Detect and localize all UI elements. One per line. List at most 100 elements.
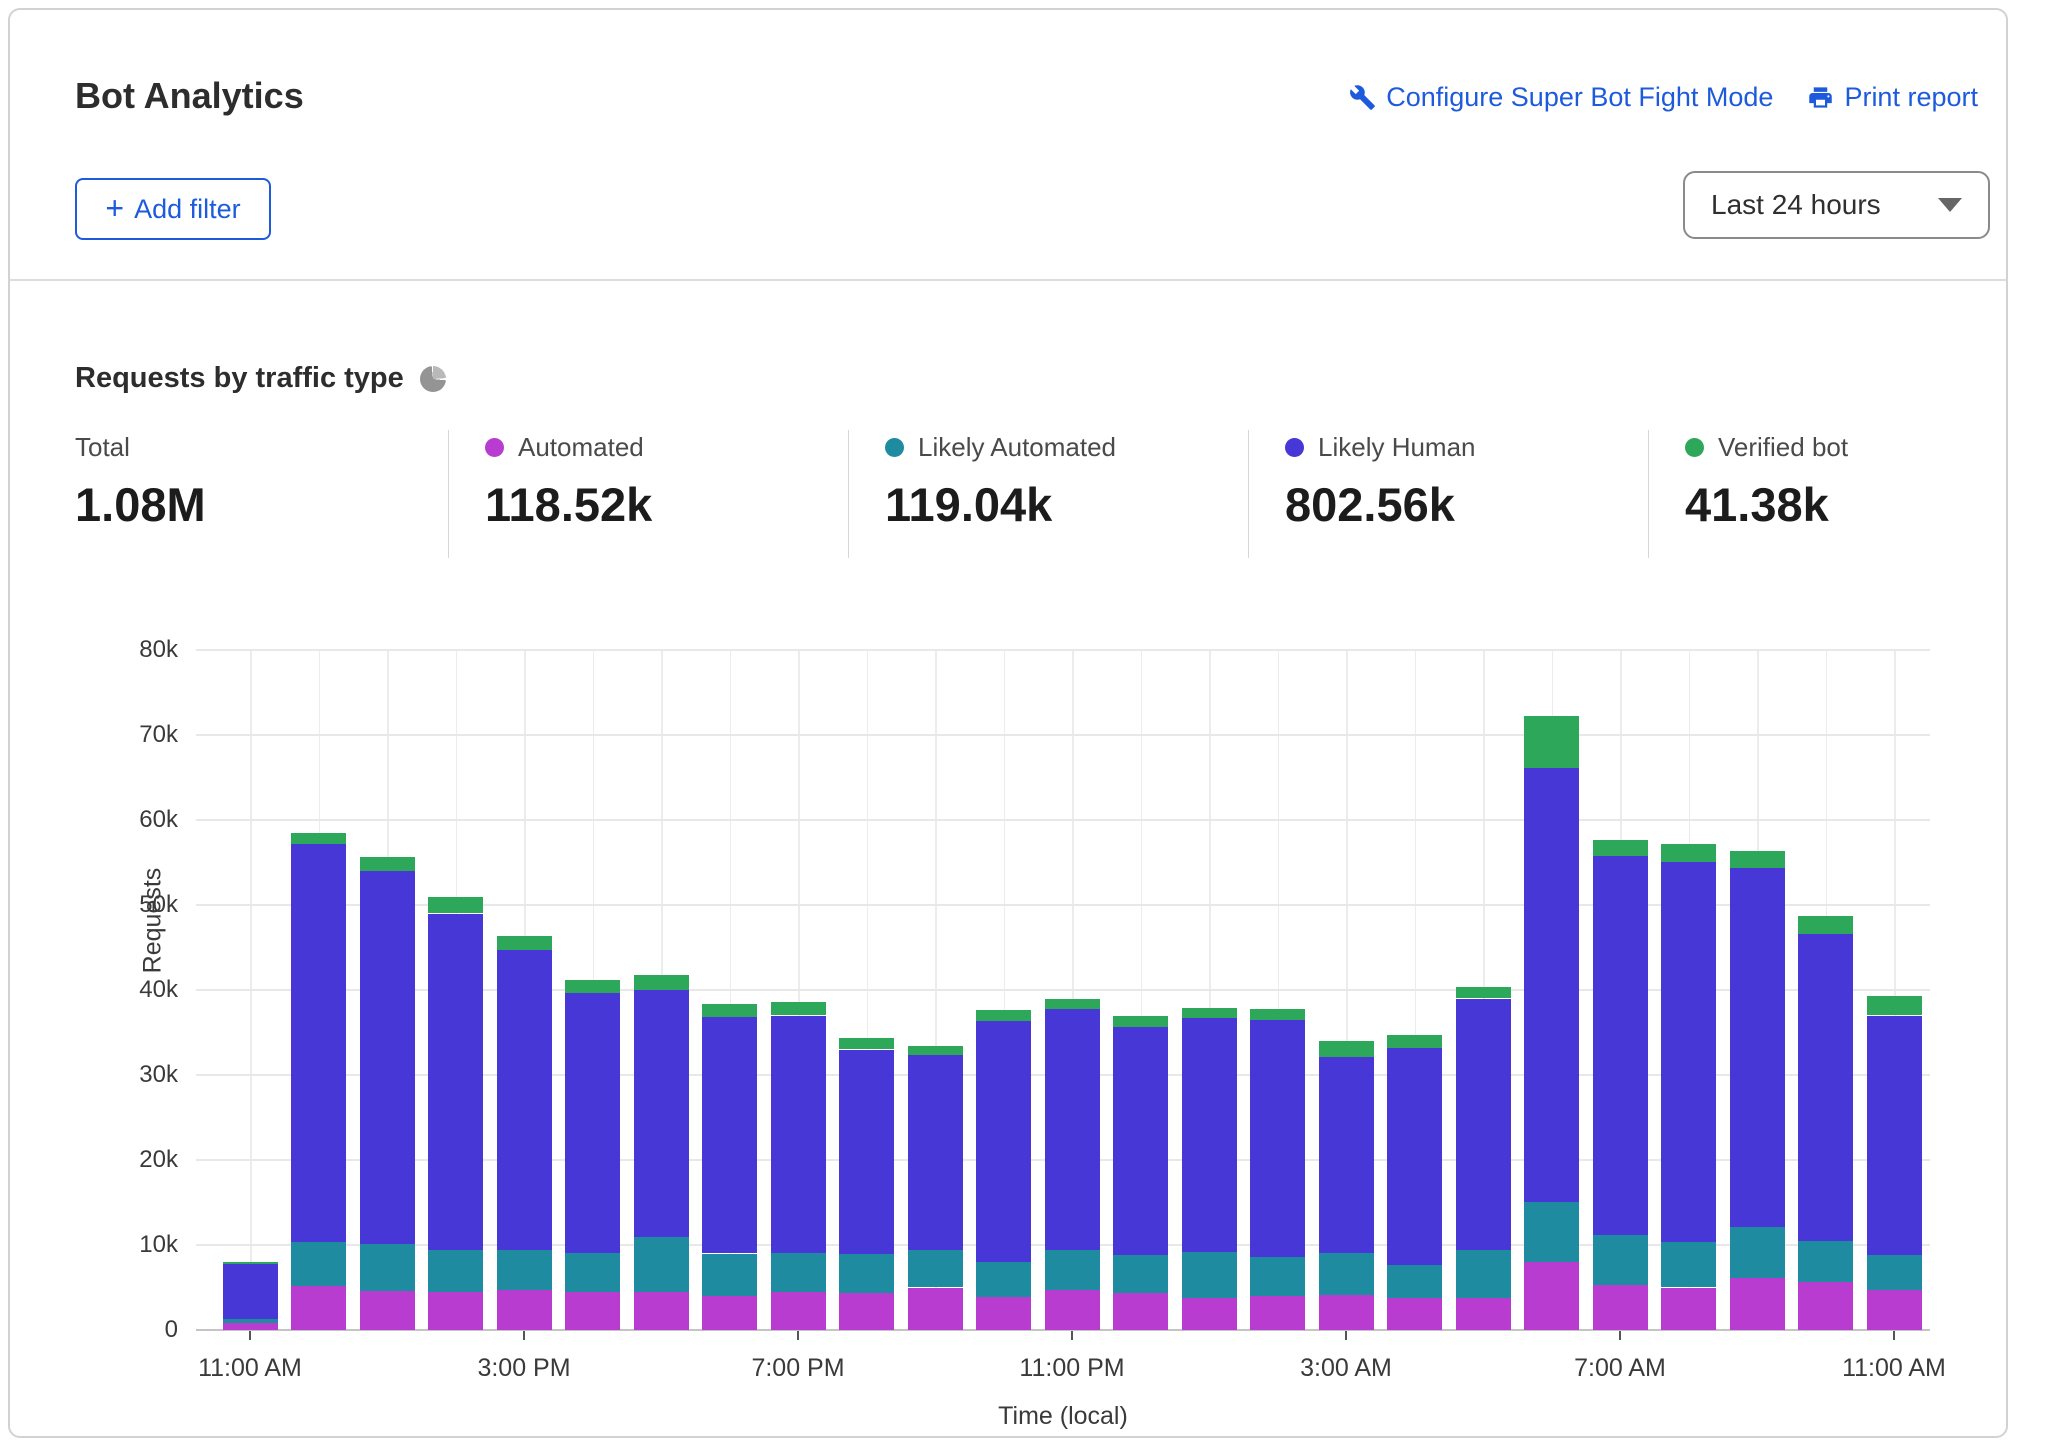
bar-segment-verified_bot[interactable] (1319, 1041, 1374, 1057)
bar-segment-automated[interactable] (634, 1292, 689, 1330)
bar-segment-likely_automated[interactable] (1593, 1235, 1648, 1285)
bar-segment-automated[interactable] (291, 1286, 346, 1330)
bar-segment-likely_human[interactable] (1387, 1048, 1442, 1266)
bar-segment-likely_human[interactable] (1045, 1009, 1100, 1250)
bar-segment-likely_automated[interactable] (908, 1250, 963, 1287)
bar-segment-likely_automated[interactable] (223, 1319, 278, 1323)
bar-segment-likely_human[interactable] (1250, 1020, 1305, 1257)
bar-segment-likely_human[interactable] (360, 871, 415, 1244)
bar-segment-likely_human[interactable] (1730, 868, 1785, 1228)
bar-segment-likely_human[interactable] (1867, 1016, 1922, 1256)
bar-segment-automated[interactable] (1798, 1282, 1853, 1330)
bar-segment-verified_bot[interactable] (360, 857, 415, 871)
bar-segment-likely_automated[interactable] (1113, 1255, 1168, 1293)
bar-segment-automated[interactable] (771, 1292, 826, 1330)
bar-segment-likely_human[interactable] (1593, 856, 1648, 1235)
bar-segment-automated[interactable] (497, 1290, 552, 1330)
bar-segment-automated[interactable] (1387, 1298, 1442, 1330)
bar-segment-automated[interactable] (360, 1291, 415, 1330)
bar-segment-likely_human[interactable] (976, 1021, 1031, 1262)
bar-segment-likely_human[interactable] (1798, 934, 1853, 1241)
bar-segment-automated[interactable] (223, 1323, 278, 1330)
bar-segment-automated[interactable] (976, 1297, 1031, 1330)
bar-segment-likely_human[interactable] (634, 990, 689, 1237)
bar-segment-likely_automated[interactable] (360, 1244, 415, 1291)
bar-segment-likely_human[interactable] (223, 1264, 278, 1319)
bar-segment-automated[interactable] (839, 1293, 894, 1330)
bar-segment-automated[interactable] (908, 1288, 963, 1331)
bar-segment-likely_automated[interactable] (1730, 1227, 1785, 1278)
bar-segment-likely_automated[interactable] (1798, 1241, 1853, 1283)
bar-segment-likely_automated[interactable] (428, 1250, 483, 1292)
bar-segment-likely_human[interactable] (1456, 999, 1511, 1251)
bar-segment-likely_automated[interactable] (1319, 1253, 1374, 1296)
bar-segment-verified_bot[interactable] (1045, 999, 1100, 1009)
bar-segment-likely_automated[interactable] (976, 1262, 1031, 1297)
bar-segment-verified_bot[interactable] (1730, 851, 1785, 867)
bar-segment-likely_automated[interactable] (771, 1253, 826, 1292)
bar-segment-likely_automated[interactable] (291, 1242, 346, 1286)
bar-segment-likely_human[interactable] (1661, 862, 1716, 1242)
bar-segment-verified_bot[interactable] (976, 1010, 1031, 1021)
bar-segment-likely_automated[interactable] (1456, 1250, 1511, 1298)
bar-segment-likely_automated[interactable] (1661, 1242, 1716, 1288)
bar-segment-automated[interactable] (428, 1292, 483, 1330)
bar-segment-verified_bot[interactable] (908, 1046, 963, 1055)
bar-segment-likely_automated[interactable] (1867, 1255, 1922, 1290)
bar-segment-verified_bot[interactable] (1524, 716, 1579, 768)
bar-segment-verified_bot[interactable] (1387, 1035, 1442, 1048)
bar-segment-automated[interactable] (1250, 1296, 1305, 1330)
bar-segment-likely_human[interactable] (291, 844, 346, 1242)
bar-segment-likely_human[interactable] (908, 1055, 963, 1250)
bar-segment-likely_human[interactable] (702, 1017, 757, 1253)
bar-segment-verified_bot[interactable] (1593, 840, 1648, 856)
bar-segment-likely_human[interactable] (839, 1050, 894, 1254)
bar-segment-verified_bot[interactable] (634, 975, 689, 990)
bar-segment-verified_bot[interactable] (291, 833, 346, 844)
bar-segment-verified_bot[interactable] (223, 1262, 278, 1264)
bar-segment-likely_human[interactable] (565, 993, 620, 1252)
bar-segment-verified_bot[interactable] (702, 1004, 757, 1018)
bar-segment-verified_bot[interactable] (497, 936, 552, 950)
bar-segment-automated[interactable] (1867, 1290, 1922, 1330)
bar-segment-likely_human[interactable] (1113, 1027, 1168, 1256)
bar-segment-likely_automated[interactable] (1524, 1202, 1579, 1262)
bar-segment-likely_automated[interactable] (1387, 1265, 1442, 1297)
bar-segment-likely_automated[interactable] (839, 1254, 894, 1294)
bar-segment-automated[interactable] (1182, 1298, 1237, 1330)
bar-segment-likely_human[interactable] (771, 1016, 826, 1253)
bar-segment-likely_automated[interactable] (634, 1237, 689, 1291)
bar-segment-automated[interactable] (1045, 1290, 1100, 1330)
bar-segment-likely_automated[interactable] (1250, 1257, 1305, 1296)
bar-segment-verified_bot[interactable] (565, 980, 620, 994)
bar-segment-automated[interactable] (565, 1292, 620, 1330)
bar-segment-automated[interactable] (1593, 1285, 1648, 1330)
bar-segment-verified_bot[interactable] (1182, 1008, 1237, 1018)
bar-segment-automated[interactable] (1113, 1293, 1168, 1330)
bar-segment-likely_automated[interactable] (702, 1254, 757, 1297)
bar-segment-automated[interactable] (1319, 1295, 1374, 1330)
bar-segment-verified_bot[interactable] (1798, 916, 1853, 934)
bar-segment-verified_bot[interactable] (1456, 987, 1511, 999)
bar-segment-verified_bot[interactable] (839, 1038, 894, 1049)
bar-segment-likely_human[interactable] (428, 914, 483, 1251)
bar-segment-automated[interactable] (702, 1296, 757, 1330)
bar-segment-automated[interactable] (1661, 1288, 1716, 1331)
bar-segment-likely_human[interactable] (497, 950, 552, 1250)
bar-segment-automated[interactable] (1730, 1278, 1785, 1330)
bar-segment-likely_automated[interactable] (1182, 1252, 1237, 1298)
bar-segment-likely_human[interactable] (1319, 1057, 1374, 1253)
bar-segment-verified_bot[interactable] (1113, 1016, 1168, 1027)
bar-segment-likely_human[interactable] (1182, 1018, 1237, 1252)
bar-segment-verified_bot[interactable] (1867, 996, 1922, 1016)
bar-segment-likely_human[interactable] (1524, 768, 1579, 1202)
bar-segment-automated[interactable] (1524, 1262, 1579, 1330)
bar-segment-likely_automated[interactable] (497, 1250, 552, 1290)
bar-segment-likely_automated[interactable] (565, 1253, 620, 1292)
bar-segment-verified_bot[interactable] (771, 1002, 826, 1016)
bar-segment-likely_automated[interactable] (1045, 1250, 1100, 1290)
bar-segment-automated[interactable] (1456, 1298, 1511, 1330)
bar-segment-verified_bot[interactable] (1661, 844, 1716, 862)
bar-segment-verified_bot[interactable] (1250, 1009, 1305, 1020)
bar-segment-verified_bot[interactable] (428, 897, 483, 913)
